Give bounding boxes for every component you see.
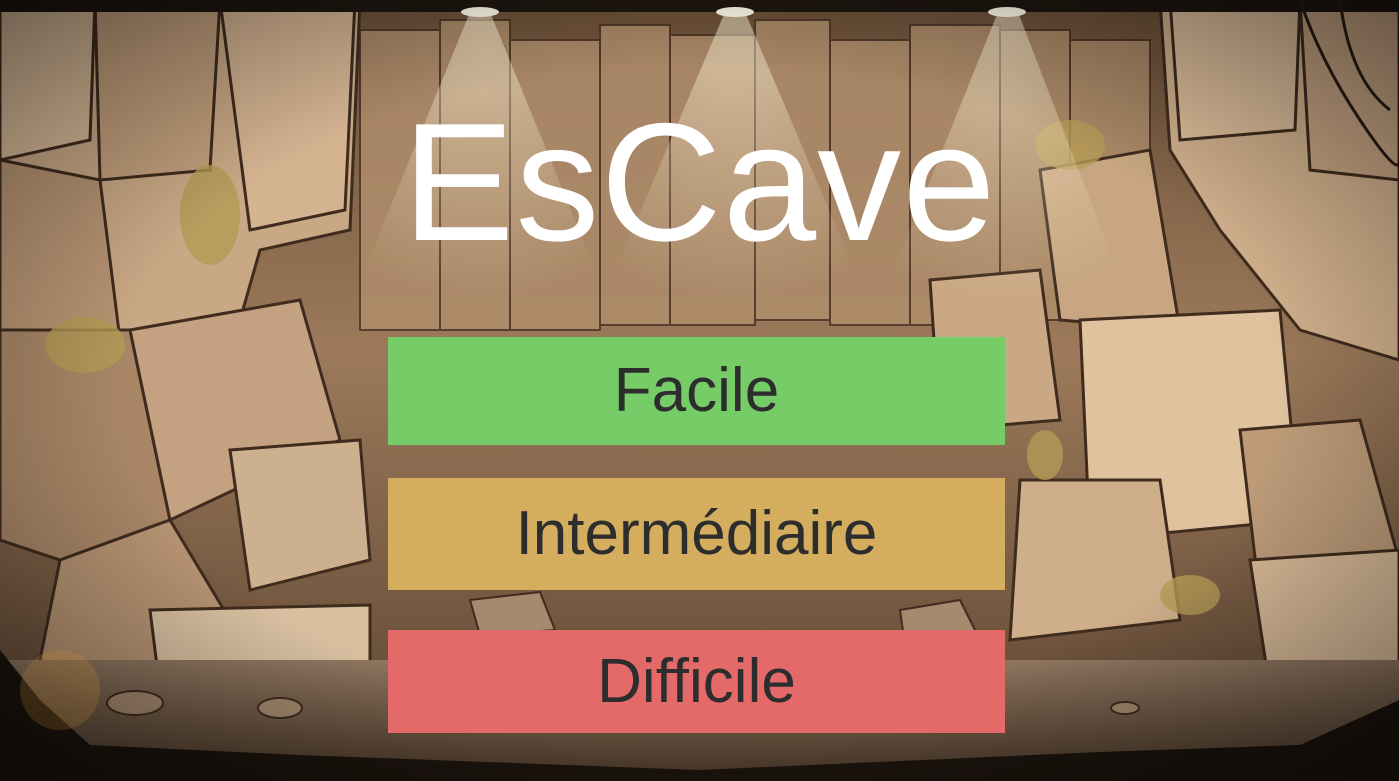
intermediate-difficulty-button[interactable]: Intermédiaire bbox=[388, 478, 1005, 590]
easy-difficulty-button[interactable]: Facile bbox=[388, 337, 1005, 445]
hard-difficulty-button[interactable]: Difficile bbox=[388, 630, 1005, 733]
game-title: EsCave bbox=[402, 88, 997, 276]
main-menu-screen: EsCave Facile Intermédiaire Difficile bbox=[0, 0, 1399, 781]
